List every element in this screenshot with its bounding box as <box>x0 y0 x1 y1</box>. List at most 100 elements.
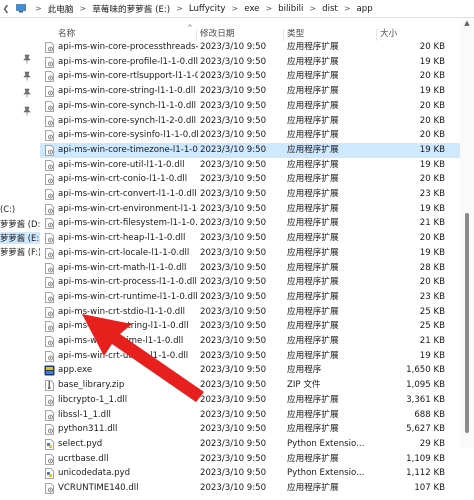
file-row[interactable]: select.pyd 2023/3/10 9:50 Python Extensio.… <box>40 437 460 452</box>
file-date: 2023/3/10 9:50 <box>200 233 267 244</box>
dll-file-icon <box>44 100 55 112</box>
dll-file-icon <box>44 336 55 347</box>
file-size: 20 KB <box>419 174 445 185</box>
file-row[interactable]: api-ms-win-core-timezone-l1-1-0.dll 2023/… <box>40 142 460 158</box>
file-name: api-ms-win-core-processthreads-l1-1-... <box>58 42 198 52</box>
address-bar[interactable]: ❮ > 此电脑 > 草莓味的萝萝酱 (E:) > Luffycity > exe… <box>0 0 474 18</box>
file-date: 2023/3/10 9:50 <box>200 424 267 435</box>
this-pc-icon <box>16 4 26 13</box>
dll-file-icon <box>44 130 55 142</box>
file-name: api-ms-win-crt-utility-l1-1-0.dll <box>58 350 189 361</box>
file-row[interactable]: api-ms-win-core-sysinfo-l1-1-0.dll 2023/3… <box>40 128 460 143</box>
breadcrumb-luffycity[interactable]: Luffycity <box>188 4 227 14</box>
file-row[interactable]: VCRUNTIME140.dll 2023/3/10 9:50 应用程序扩展 107 … <box>40 481 460 496</box>
pin-icon[interactable] <box>22 54 32 64</box>
breadcrumb-this-pc[interactable]: 此电脑 <box>47 3 75 15</box>
file-row[interactable]: libcrypto-1_1.dll 2023/3/10 9:50 应用程序扩展 3,3… <box>40 393 460 408</box>
file-row[interactable]: api-ms-win-crt-process-l1-1-0.dll 2023/3/… <box>40 275 460 290</box>
file-type: ZIP 文件 <box>287 380 321 391</box>
nav-drive-f[interactable]: 萝萝酱 (F:) <box>0 246 40 258</box>
scroll-up-icon[interactable]: ▲ <box>460 18 474 28</box>
file-row[interactable]: api-ms-win-crt-heap-l1-1-0.dll 2023/3/10 … <box>40 231 460 246</box>
file-date: 2023/3/10 9:50 <box>200 159 267 170</box>
file-size: 19 KB <box>419 350 445 361</box>
dll-file-icon <box>44 203 55 215</box>
file-type: 应用程序扩展 <box>287 86 339 97</box>
file-name: api-ms-win-crt-heap-l1-1-0.dll <box>58 233 186 244</box>
file-row[interactable]: unicodedata.pyd 2023/3/10 9:50 Python Exte… <box>40 466 460 481</box>
file-type: 应用程序扩展 <box>287 247 339 258</box>
breadcrumb-bilibili[interactable]: bilibili <box>277 4 304 14</box>
file-row[interactable]: api-ms-win-crt-string-l1-1-0.dll 2023/3/1… <box>40 319 460 334</box>
breadcrumb-app[interactable]: app <box>356 4 374 14</box>
file-type: 应用程序扩展 <box>287 189 339 199</box>
file-date: 2023/3/10 9:50 <box>200 291 267 302</box>
file-row[interactable]: api-ms-win-crt-runtime-l1-1-0.dll 2023/3/… <box>40 290 460 305</box>
file-type: 应用程序扩展 <box>287 174 339 185</box>
dll-file-icon <box>44 394 55 406</box>
file-date: 2023/3/10 9:50 <box>200 453 267 464</box>
file-row[interactable]: libssl-1_1.dll 2023/3/10 9:50 应用程序扩展 688 KB <box>40 408 460 423</box>
file-size: 28 KB <box>419 262 445 273</box>
file-row[interactable]: api-ms-win-crt-utility-l1-1-0.dll 2023/3/… <box>40 349 460 364</box>
scrollbar-thumb[interactable] <box>465 213 469 433</box>
file-row[interactable]: api-ms-win-core-profile-l1-1-0.dll 2023/3… <box>40 55 460 70</box>
file-size: 20 KB <box>419 233 445 244</box>
file-size: 1,650 KB <box>406 365 445 376</box>
file-name: api-ms-win-core-rtlsupport-l1-1-0.dll <box>58 71 198 82</box>
file-name: app.exe <box>58 365 93 376</box>
file-size: 19 KB <box>419 56 445 67</box>
dll-file-icon <box>44 174 55 186</box>
file-row[interactable]: api-ms-win-core-synch-l1-2-0.dll 2023/3/1… <box>40 114 460 129</box>
file-row[interactable]: python311.dll 2023/3/10 9:50 应用程序扩展 5,627 K… <box>40 422 460 437</box>
pin-icon[interactable] <box>22 106 32 116</box>
zip-file-icon <box>44 380 55 391</box>
file-row[interactable]: api-ms-win-crt-environment-l1-1-0.dll202… <box>40 202 460 217</box>
file-type: 应用程序扩展 <box>287 100 339 111</box>
breadcrumb-separator: > <box>176 4 183 13</box>
pin-icon[interactable] <box>22 71 32 81</box>
file-name: ucrtbase.dll <box>58 453 109 464</box>
file-row[interactable]: api-ms-win-crt-time-l1-1-0.dll 2023/3/10 … <box>40 334 460 349</box>
file-row[interactable]: api-ms-win-core-util-l1-1-0.dll 2023/3/10… <box>40 158 460 173</box>
sort-ascending-icon: ^ <box>187 24 193 32</box>
file-row[interactable]: app.exe 2023/3/10 9:50 应用程序 1,650 KB <box>40 363 460 378</box>
file-size: 20 KB <box>419 100 445 111</box>
file-row[interactable]: api-ms-win-core-synch-l1-1-0.dll 2023/3/1… <box>40 99 460 114</box>
dll-file-icon <box>44 42 55 53</box>
file-date: 2023/3/10 9:50 <box>200 380 267 391</box>
nav-drive-e[interactable]: 萝萝酱 (E:) <box>0 232 40 244</box>
file-row[interactable]: api-ms-win-core-rtlsupport-l1-1-0.dll 202… <box>40 69 460 84</box>
breadcrumb-dist[interactable]: dist <box>321 4 339 14</box>
file-row[interactable]: api-ms-win-core-processthreads-l1-1-...2… <box>40 40 460 55</box>
file-row[interactable]: base_library.zip 2023/3/10 9:50 ZIP 文件 1,09… <box>40 378 460 393</box>
vertical-scrollbar[interactable]: ▲ <box>460 18 474 448</box>
pyd-file-icon <box>44 468 55 480</box>
dll-file-icon <box>44 233 55 244</box>
file-size: 1,095 KB <box>406 380 445 391</box>
dll-file-icon <box>44 247 55 259</box>
file-type: 应用程序扩展 <box>287 277 339 288</box>
file-type: 应用程序扩展 <box>287 350 339 361</box>
nav-drive-d[interactable]: 萝萝酱 (D: <box>0 218 40 230</box>
file-size: 19 KB <box>419 247 445 258</box>
breadcrumb-separator: > <box>309 4 317 13</box>
file-row[interactable]: api-ms-win-crt-convert-l1-1-0.dll 2023/3/… <box>40 187 460 202</box>
navigation-pane[interactable]: (C:) 萝萝酱 (D: 萝萝酱 (E:) 萝萝酱 (F:) <box>0 18 40 448</box>
file-row[interactable]: ucrtbase.dll 2023/3/10 9:50 应用程序扩展 1,109 KB <box>40 452 460 467</box>
nav-drive-c[interactable]: (C:) <box>0 204 15 214</box>
breadcrumb-drive-e[interactable]: 草莓味的萝萝酱 (E:) <box>91 3 171 15</box>
file-date: 2023/3/10 9:50 <box>200 394 267 405</box>
file-row[interactable]: api-ms-win-crt-math-l1-1-0.dll 2023/3/10 … <box>40 261 460 276</box>
file-row[interactable]: api-ms-win-core-string-l1-1-0.dll 2023/3/… <box>40 84 460 99</box>
file-row[interactable]: api-ms-win-crt-locale-l1-1-0.dll 2023/3/1… <box>40 246 460 261</box>
chevron-left-icon[interactable]: ❮ <box>0 4 12 13</box>
file-size: 1,109 KB <box>406 453 445 464</box>
dll-file-icon <box>44 409 55 421</box>
file-row[interactable]: api-ms-win-crt-filesystem-l1-1-0.dll 2023… <box>40 216 460 231</box>
pin-icon[interactable] <box>22 88 32 98</box>
breadcrumb-exe[interactable]: exe <box>243 4 260 14</box>
file-row[interactable]: api-ms-win-crt-conio-l1-1-0.dll 2023/3/10… <box>40 172 460 187</box>
file-date: 2023/3/10 9:50 <box>200 438 267 449</box>
file-row[interactable]: api-ms-win-crt-stdio-l1-1-0.dll 2023/3/10… <box>40 305 460 320</box>
